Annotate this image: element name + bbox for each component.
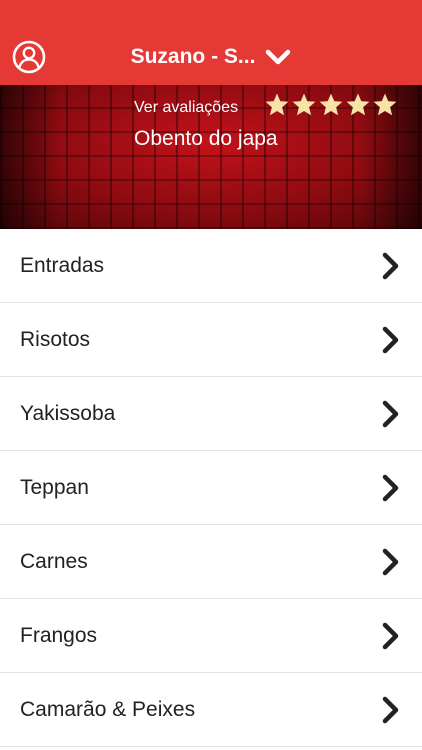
menu-category-label: Frangos — [20, 623, 98, 647]
chevron-right-icon — [382, 622, 399, 649]
menu-category-list: Entradas Risotos Yakissoba Teppan Carnes Fran… — [0, 229, 422, 747]
restaurant-name: Obento do japa — [134, 127, 278, 150]
menu-category-label: Teppan — [20, 475, 89, 499]
banner-shade-left — [0, 85, 60, 229]
menu-category-label: Camarão & Peixes — [20, 697, 196, 721]
chevron-right-icon — [382, 400, 399, 427]
menu-category-label: Carnes — [20, 549, 88, 573]
menu-category-label: Risotos — [20, 327, 91, 351]
menu-category-label: Entradas — [20, 253, 105, 277]
star-icon — [373, 93, 397, 116]
menu-category-item[interactable]: Yakissoba — [0, 377, 422, 451]
menu-category-item[interactable]: Carnes — [0, 525, 422, 599]
menu-category-label: Yakissoba — [20, 401, 116, 425]
star-icon — [346, 93, 370, 116]
star-icon — [319, 93, 343, 116]
chevron-down-icon — [266, 49, 291, 65]
top-bar: Suzano - S... — [0, 0, 422, 85]
location-selector[interactable]: Suzano - S... — [0, 42, 422, 72]
menu-category-item[interactable]: Entradas — [0, 229, 422, 303]
chevron-right-icon — [382, 474, 399, 501]
menu-category-item[interactable]: Teppan — [0, 451, 422, 525]
star-icon — [265, 93, 289, 116]
chevron-right-icon — [382, 696, 399, 723]
menu-category-item[interactable]: Risotos — [0, 303, 422, 377]
chevron-right-icon — [382, 326, 399, 353]
chevron-right-icon — [382, 252, 399, 279]
view-reviews-link[interactable]: Ver avaliações — [134, 99, 238, 117]
menu-category-item[interactable]: Frangos — [0, 599, 422, 673]
location-label: Suzano - S... — [130, 45, 256, 68]
restaurant-banner: Ver avaliações Obento do japa — [0, 85, 422, 229]
chevron-right-icon — [382, 548, 399, 575]
rating-stars[interactable] — [265, 93, 397, 117]
menu-category-item[interactable]: Camarão & Peixes — [0, 673, 422, 747]
star-icon — [292, 93, 316, 116]
